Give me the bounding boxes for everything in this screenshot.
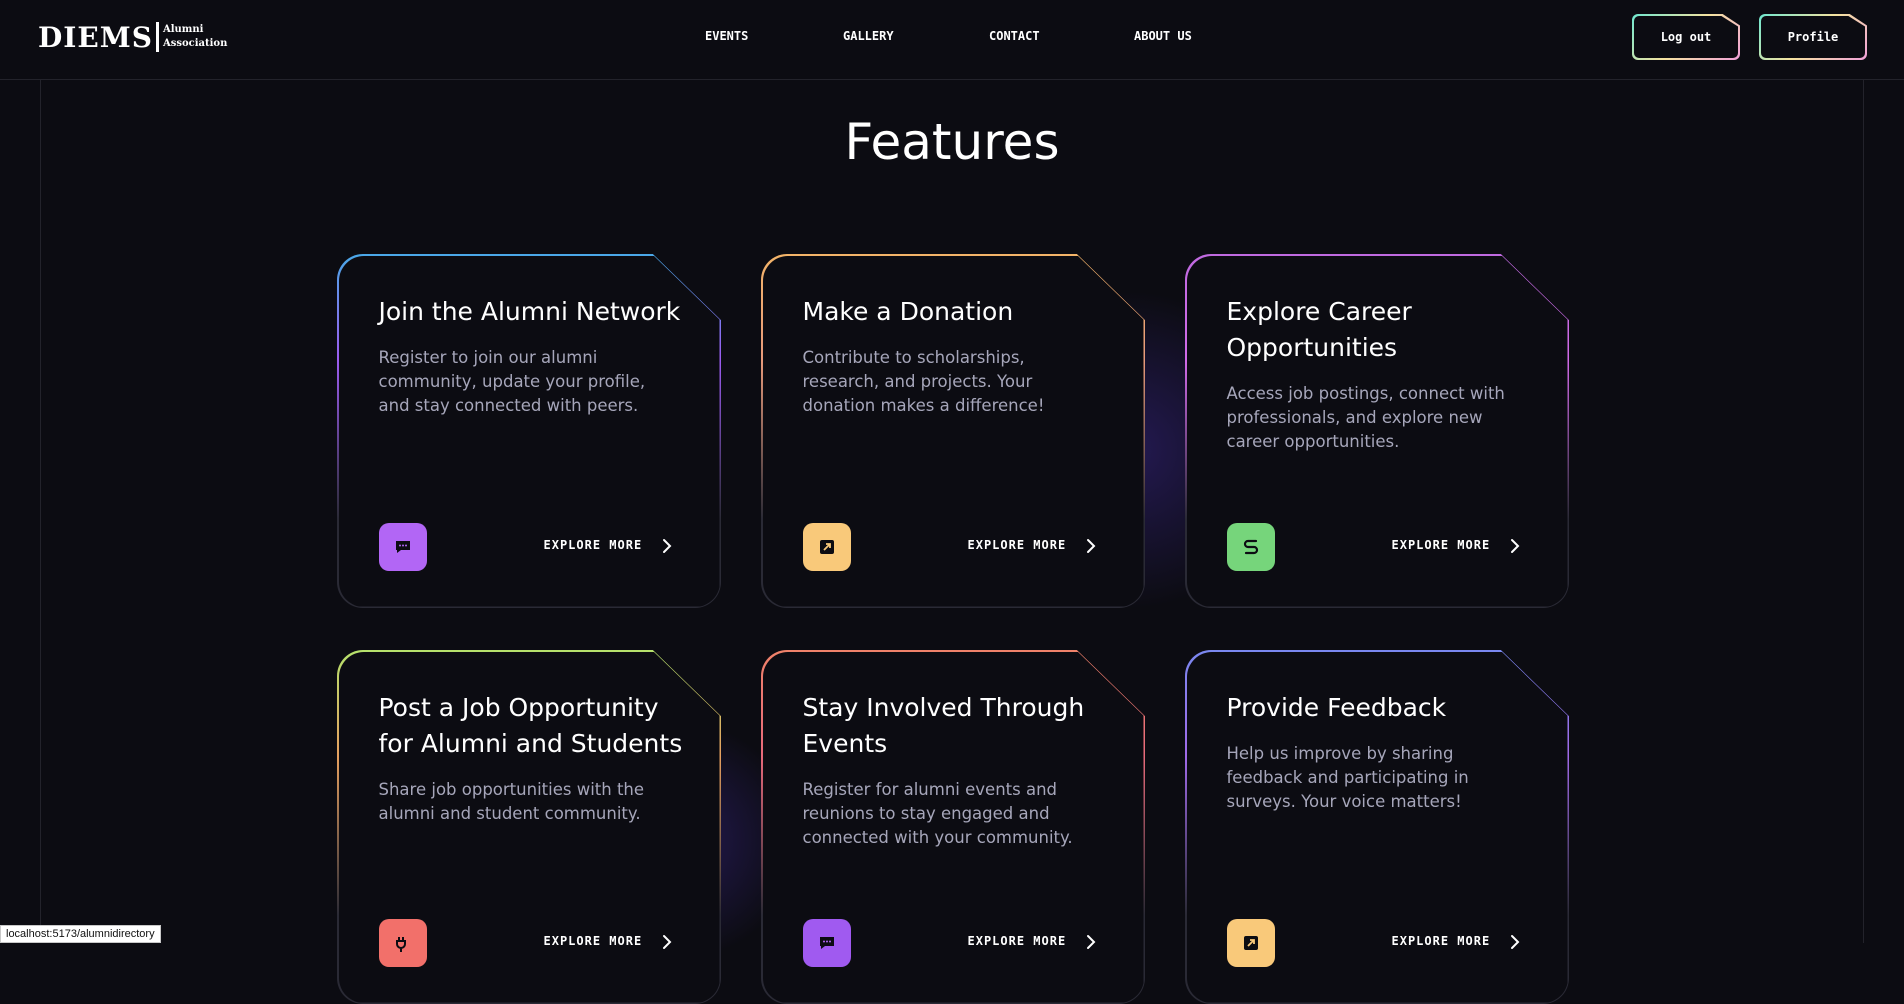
- brand-name: DIEMS: [38, 20, 153, 54]
- top-navbar: DIEMS Alumni Association EVENTS GALLERY …: [0, 0, 1904, 80]
- card-title: Provide Feedback: [1226, 692, 1447, 722]
- card-body: Make a Donation Contribute to scholarshi…: [762, 255, 1144, 607]
- chevron-right-icon[interactable]: [1084, 933, 1098, 951]
- card-body: Explore Career Opportunities Access job …: [1186, 255, 1568, 607]
- nav-gallery[interactable]: GALLERY: [843, 29, 894, 43]
- chevron-right-icon[interactable]: [660, 537, 674, 555]
- brand-subtitle-line2: Association: [162, 38, 228, 49]
- logout-button[interactable]: Log out: [1632, 14, 1740, 60]
- explore-more-link[interactable]: EXPLORE MORE: [544, 934, 643, 948]
- card-description: Contribute to scholarships, research, an…: [802, 347, 1045, 415]
- chevron-right-icon[interactable]: [1508, 933, 1522, 951]
- nav-contact[interactable]: CONTACT: [989, 29, 1040, 43]
- card-body: Stay Involved Through Events Register fo…: [762, 651, 1144, 1003]
- nav-about-us[interactable]: ABOUT US: [1134, 29, 1192, 43]
- card-body: Provide Feedback Help us improve by shar…: [1186, 651, 1568, 1003]
- right-frame-line: [1863, 80, 1864, 943]
- card-title: Join the Alumni Network: [378, 296, 681, 326]
- chat-icon: [378, 522, 427, 571]
- card-description: Access job postings, connect with profes…: [1226, 383, 1505, 451]
- card-title: Make a Donation: [802, 296, 1014, 326]
- external-link-icon: [802, 522, 851, 571]
- feature-card: Explore Career Opportunities Access job …: [1185, 254, 1569, 608]
- brand-subtitle: Alumni Association: [163, 23, 227, 51]
- explore-more-link[interactable]: EXPLORE MORE: [968, 934, 1067, 948]
- card-description: Register to join our alumni community, u…: [378, 347, 646, 415]
- card-body: Post a Job Opportunity for Alumni and St…: [338, 651, 720, 1003]
- feature-card: Stay Involved Through Events Register fo…: [761, 650, 1145, 1004]
- card-body: Join the Alumni Network Register to join…: [338, 255, 720, 607]
- explore-more-link[interactable]: EXPLORE MORE: [544, 538, 643, 552]
- chevron-right-icon[interactable]: [1084, 537, 1098, 555]
- feature-card: Make a Donation Contribute to scholarshi…: [761, 254, 1145, 608]
- card-description: Register for alumni events and reunions …: [802, 779, 1073, 847]
- features-heading: Features: [844, 113, 1060, 171]
- feature-card: Post a Job Opportunity for Alumni and St…: [337, 650, 721, 1004]
- chevron-right-icon[interactable]: [1508, 537, 1522, 555]
- brand-subtitle-line1: Alumni: [162, 24, 204, 35]
- card-title: Post a Job Opportunity for Alumni and St…: [378, 692, 683, 758]
- explore-more-link[interactable]: EXPLORE MORE: [1392, 934, 1491, 948]
- card-description: Help us improve by sharing feedback and …: [1226, 743, 1469, 811]
- card-title: Stay Involved Through Events: [802, 692, 1085, 758]
- feature-card: Provide Feedback Help us improve by shar…: [1185, 650, 1569, 1004]
- route-icon: [1226, 522, 1275, 571]
- status-bar-url: localhost:5173/alumnidirectory: [0, 925, 161, 943]
- brand-logo[interactable]: DIEMS Alumni Association: [38, 20, 227, 54]
- brand-divider: [155, 22, 159, 52]
- card-description: Share job opportunities with the alumni …: [378, 779, 645, 823]
- card-title: Explore Career Opportunities: [1226, 296, 1412, 362]
- left-frame-line: [40, 80, 41, 943]
- explore-more-link[interactable]: EXPLORE MORE: [1392, 538, 1491, 552]
- chevron-right-icon[interactable]: [660, 933, 674, 951]
- profile-button-label: Profile: [1761, 16, 1865, 58]
- nav-events[interactable]: EVENTS: [705, 29, 748, 43]
- profile-button[interactable]: Profile: [1759, 14, 1867, 60]
- explore-more-link[interactable]: EXPLORE MORE: [968, 538, 1067, 552]
- feature-card: Join the Alumni Network Register to join…: [337, 254, 721, 608]
- logout-button-label: Log out: [1634, 16, 1738, 58]
